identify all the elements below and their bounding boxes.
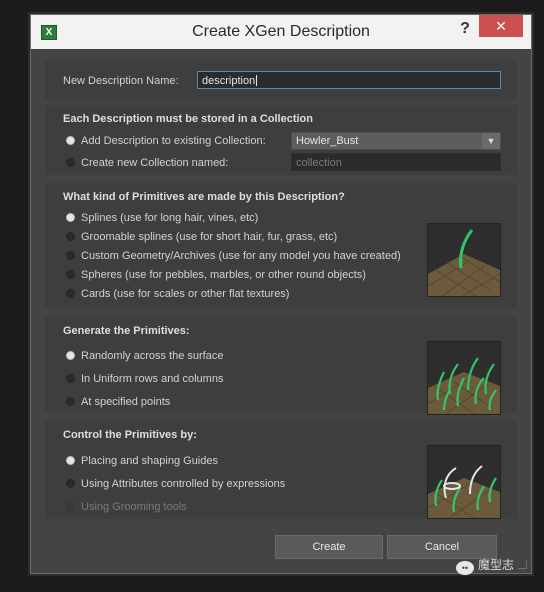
option-spheres-label: Spheres (use for pebbles, marbles, or ot…: [81, 269, 366, 281]
option-grooming-tools-label: Using Grooming tools: [81, 501, 187, 513]
option-uniform-rows-label: In Uniform rows and columns: [81, 373, 224, 385]
option-randomly-label: Randomly across the surface: [81, 350, 224, 362]
wechat-icon: ••: [456, 561, 474, 575]
radio-randomly[interactable]: [66, 351, 75, 360]
control-heading: Control the Primitives by:: [63, 429, 197, 441]
collection-section: Each Description must be stored in a Col…: [45, 105, 517, 175]
close-button[interactable]: ✕: [479, 15, 523, 37]
radio-create-new[interactable]: [66, 158, 75, 167]
radio-groomable-splines[interactable]: [66, 232, 75, 241]
create-button[interactable]: Create: [275, 535, 383, 559]
option-splines-label: Splines (use for long hair, vines, etc): [81, 212, 259, 224]
radio-splines[interactable]: [66, 213, 75, 222]
chevron-down-icon[interactable]: ▼: [482, 133, 500, 149]
control-section: Control the Primitives by: Placing and s…: [45, 421, 517, 519]
resize-grip[interactable]: [518, 560, 527, 569]
option-specified-points-label: At specified points: [81, 396, 171, 408]
title-bar[interactable]: X Create XGen Description ? ✕: [31, 15, 531, 49]
generate-section: Generate the Primitives: Randomly across…: [45, 317, 517, 415]
dialog-content: New Description Name: description Each D…: [31, 49, 531, 573]
help-button[interactable]: ?: [455, 19, 475, 39]
collection-heading: Each Description must be stored in a Col…: [63, 113, 313, 125]
new-collection-input[interactable]: collection: [291, 153, 501, 171]
existing-collection-value: Howler_Bust: [296, 135, 359, 147]
existing-collection-dropdown[interactable]: Howler_Bust ▼: [291, 132, 501, 150]
watermark: •• 魔型志: [456, 556, 514, 575]
add-existing-label: Add Description to existing Collection:: [81, 135, 266, 147]
option-placing-guides-label: Placing and shaping Guides: [81, 455, 218, 467]
radio-custom-geometry[interactable]: [66, 251, 75, 260]
create-new-label: Create new Collection named:: [81, 157, 229, 169]
text-caret: [256, 75, 258, 86]
random-distribution-preview-image: [427, 341, 501, 415]
name-section: New Description Name: description: [45, 61, 517, 99]
radio-uniform-rows[interactable]: [66, 374, 75, 383]
description-name-input[interactable]: description: [197, 71, 501, 89]
radio-spheres[interactable]: [66, 270, 75, 279]
radio-grooming-tools: [66, 502, 75, 511]
option-custom-geometry-label: Custom Geometry/Archives (use for any mo…: [81, 250, 401, 262]
radio-attributes-expressions[interactable]: [66, 479, 75, 488]
description-name-value: description: [202, 75, 256, 87]
guides-preview-image: [427, 445, 501, 519]
radio-placing-guides[interactable]: [66, 456, 75, 465]
radio-cards[interactable]: [66, 289, 75, 298]
primitives-heading: What kind of Primitives are made by this…: [63, 191, 345, 203]
create-xgen-description-dialog: X Create XGen Description ? ✕ New Descri…: [30, 14, 532, 574]
option-groomable-splines-label: Groomable splines (use for short hair, f…: [81, 231, 338, 243]
option-attributes-expressions-label: Using Attributes controlled by expressio…: [81, 478, 286, 490]
splines-preview-image: [427, 223, 501, 297]
radio-specified-points[interactable]: [66, 397, 75, 406]
radio-add-existing[interactable]: [66, 136, 75, 145]
generate-heading: Generate the Primitives:: [63, 325, 190, 337]
watermark-text: 魔型志: [478, 558, 515, 572]
primitives-section: What kind of Primitives are made by this…: [45, 183, 517, 309]
option-cards-label: Cards (use for scales or other flat text…: [81, 288, 290, 300]
description-name-label: New Description Name:: [63, 75, 179, 87]
